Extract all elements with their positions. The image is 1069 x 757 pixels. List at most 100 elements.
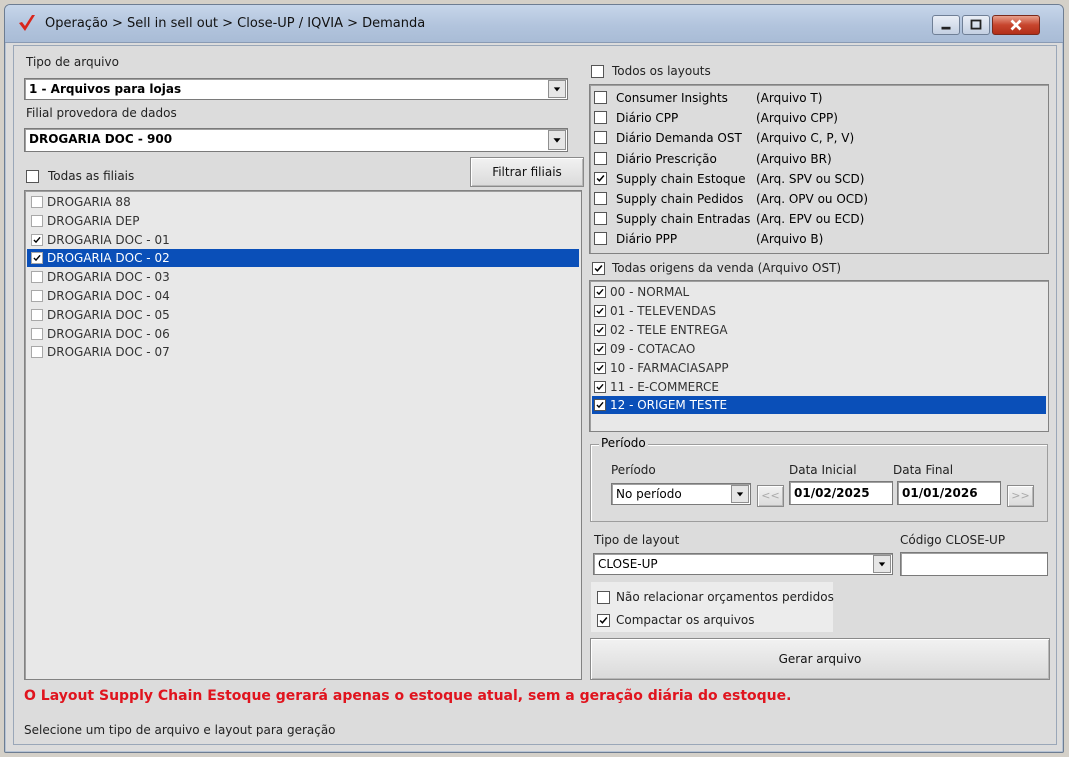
compactar-checkbox[interactable] (597, 614, 610, 627)
filial-checkbox[interactable] (31, 252, 43, 265)
layout-checkbox[interactable] (594, 232, 607, 246)
data-inicial-input[interactable]: 01/02/2025 (789, 481, 893, 505)
layout-checkbox[interactable] (594, 91, 607, 104)
filial-label: DROGARIA DOC - 02 (47, 251, 170, 266)
tipo-layout-label: Tipo de layout (594, 533, 680, 547)
origem-label: 00 - NORMAL (610, 285, 690, 299)
data-inicial-label: Data Inicial (789, 463, 857, 477)
filtrar-filiais-button[interactable]: Filtrar filiais (470, 157, 584, 187)
todas-origens-label: Todas origens da venda (Arquivo OST) (612, 261, 842, 275)
layout-code: (Arquivo B) (756, 232, 824, 247)
origem-label: 01 - TELEVENDAS (610, 303, 717, 318)
origem-checkbox[interactable] (594, 380, 606, 393)
data-final-input[interactable]: 01/01/2026 (897, 481, 1001, 505)
filial-list-item[interactable]: DROGARIA DOC - 03 (27, 268, 579, 286)
warning-message: O Layout Supply Chain Estoque gerará ape… (24, 688, 792, 704)
origem-checkbox[interactable] (594, 342, 606, 355)
filial-checkbox[interactable] (31, 214, 43, 227)
filiais-list[interactable]: DROGARIA 88 DROGARIA DEP DROGARIA DOC - 01… (24, 190, 582, 680)
origem-list-item[interactable]: 00 - NORMAL (592, 283, 1046, 301)
todos-layouts-checkbox[interactable] (591, 65, 604, 78)
gerar-arquivo-button[interactable]: Gerar arquivo (590, 638, 1050, 680)
layout-option[interactable]: Diário CPP (Arquivo CPP) (594, 108, 1034, 128)
layout-checkbox[interactable] (594, 171, 607, 185)
filial-list-item[interactable]: DROGARIA DOC - 07 (27, 343, 579, 361)
compactar-label: Compactar os arquivos (616, 613, 755, 627)
tipo-arquivo-select[interactable]: 1 - Arquivos para lojas (24, 78, 568, 100)
filial-list-item[interactable]: DROGARIA 88 (27, 193, 579, 211)
layout-name: Supply chain Entradas (616, 212, 751, 227)
layout-option[interactable]: Supply chain Entradas (Arq. EPV ou ECD) (594, 209, 1034, 229)
filial-list-item[interactable]: DROGARIA DOC - 05 (27, 306, 579, 324)
origem-list-item[interactable]: 09 - COTACAO (592, 340, 1046, 358)
next-period-button[interactable]: >> (1007, 485, 1034, 507)
origem-checkbox[interactable] (594, 286, 606, 298)
filial-checkbox[interactable] (31, 346, 43, 359)
origem-checkbox[interactable] (594, 361, 606, 374)
data-inicial-value: 01/02/2025 (794, 486, 870, 500)
origem-list-item[interactable]: 12 - ORIGEM TESTE (592, 396, 1046, 415)
tipo-layout-value: CLOSE-UP (598, 557, 658, 571)
filial-checkbox[interactable] (31, 196, 43, 208)
origem-list-item[interactable]: 11 - E-COMMERCE (592, 378, 1046, 396)
filial-list-item[interactable]: DROGARIA DEP (27, 212, 579, 230)
chevron-down-icon[interactable] (873, 555, 891, 573)
minimize-icon[interactable] (932, 15, 960, 35)
layout-name: Consumer Insights (616, 91, 728, 105)
todas-filiais-checkbox[interactable] (26, 170, 39, 183)
layout-option[interactable]: Diário Demanda OST (Arquivo C, P, V) (594, 128, 1034, 148)
filial-checkbox[interactable] (31, 327, 43, 340)
layout-option[interactable]: Supply chain Pedidos (Arq. OPV ou OCD) (594, 189, 1034, 209)
tipo-layout-select[interactable]: CLOSE-UP (593, 553, 893, 575)
filial-list-item[interactable]: DROGARIA DOC - 02 (27, 249, 579, 268)
red-checkmark-logo (17, 14, 37, 34)
layout-option[interactable]: Consumer Insights (Arquivo T) (594, 88, 1034, 108)
origem-checkbox[interactable] (594, 304, 606, 317)
maximize-icon[interactable] (962, 15, 990, 35)
chevron-down-icon[interactable] (731, 485, 749, 503)
filial-list-item[interactable]: DROGARIA DOC - 01 (27, 231, 579, 249)
nao-relacionar-label: Não relacionar orçamentos perdidos (616, 590, 834, 604)
main-window: Operação > Sell in sell out > Close-UP /… (4, 4, 1064, 753)
layout-checkbox[interactable] (594, 151, 607, 165)
layout-name: Supply chain Pedidos (616, 192, 744, 206)
origem-list-item[interactable]: 01 - TELEVENDAS (592, 302, 1046, 320)
origem-list-item[interactable]: 10 - FARMACIASAPP (592, 359, 1046, 377)
filial-label: DROGARIA DOC - 04 (47, 289, 170, 303)
origem-checkbox[interactable] (594, 323, 606, 336)
layout-checkbox[interactable] (594, 131, 607, 145)
origem-checkbox[interactable] (594, 399, 606, 412)
title-bar[interactable]: Operação > Sell in sell out > Close-UP /… (5, 5, 1063, 43)
window-title: Operação > Sell in sell out > Close-UP /… (45, 16, 426, 31)
nao-relacionar-checkbox[interactable] (597, 591, 610, 604)
filial-checkbox[interactable] (31, 233, 43, 246)
todas-filiais-label: Todas as filiais (48, 169, 135, 183)
filial-label: DROGARIA DEP (47, 213, 140, 228)
layout-checkbox[interactable] (594, 192, 607, 205)
chevron-down-icon[interactable] (548, 130, 566, 150)
filial-label: DROGARIA DOC - 05 (47, 307, 170, 322)
layout-name: Diário Prescrição (616, 151, 717, 166)
filial-checkbox[interactable] (31, 308, 43, 321)
origem-label: 12 - ORIGEM TESTE (610, 398, 728, 413)
layout-checkbox[interactable] (594, 111, 607, 125)
origens-list[interactable]: 00 - NORMAL 01 - TELEVENDAS 02 - TELE ENTR… (589, 280, 1049, 432)
prev-period-button[interactable]: << (757, 485, 784, 507)
filial-checkbox[interactable] (31, 271, 43, 284)
layout-option[interactable]: Supply chain Estoque (Arq. SPV ou SCD) (594, 169, 1034, 189)
codigo-closeup-input[interactable] (900, 552, 1048, 576)
layout-option[interactable]: Diário Prescrição (Arquivo BR) (594, 149, 1034, 169)
filial-provedora-select[interactable]: DROGARIA DOC - 900 (24, 128, 568, 152)
origem-list-item[interactable]: 02 - TELE ENTREGA (592, 321, 1046, 339)
filial-list-item[interactable]: DROGARIA DOC - 04 (27, 287, 579, 305)
form-client-area: Tipo de arquivo 1 - Arquivos para lojas … (13, 45, 1057, 745)
layout-option[interactable]: Diário PPP (Arquivo B) (594, 229, 1034, 249)
chevron-down-icon[interactable] (548, 80, 566, 98)
close-icon[interactable] (992, 15, 1040, 35)
periodo-select[interactable]: No período (611, 483, 751, 505)
filial-list-item[interactable]: DROGARIA DOC - 06 (27, 325, 579, 343)
layout-checkbox[interactable] (594, 212, 607, 226)
layout-name: Diário Demanda OST (616, 131, 742, 146)
todas-origens-checkbox[interactable] (592, 262, 605, 275)
filial-checkbox[interactable] (31, 290, 43, 302)
